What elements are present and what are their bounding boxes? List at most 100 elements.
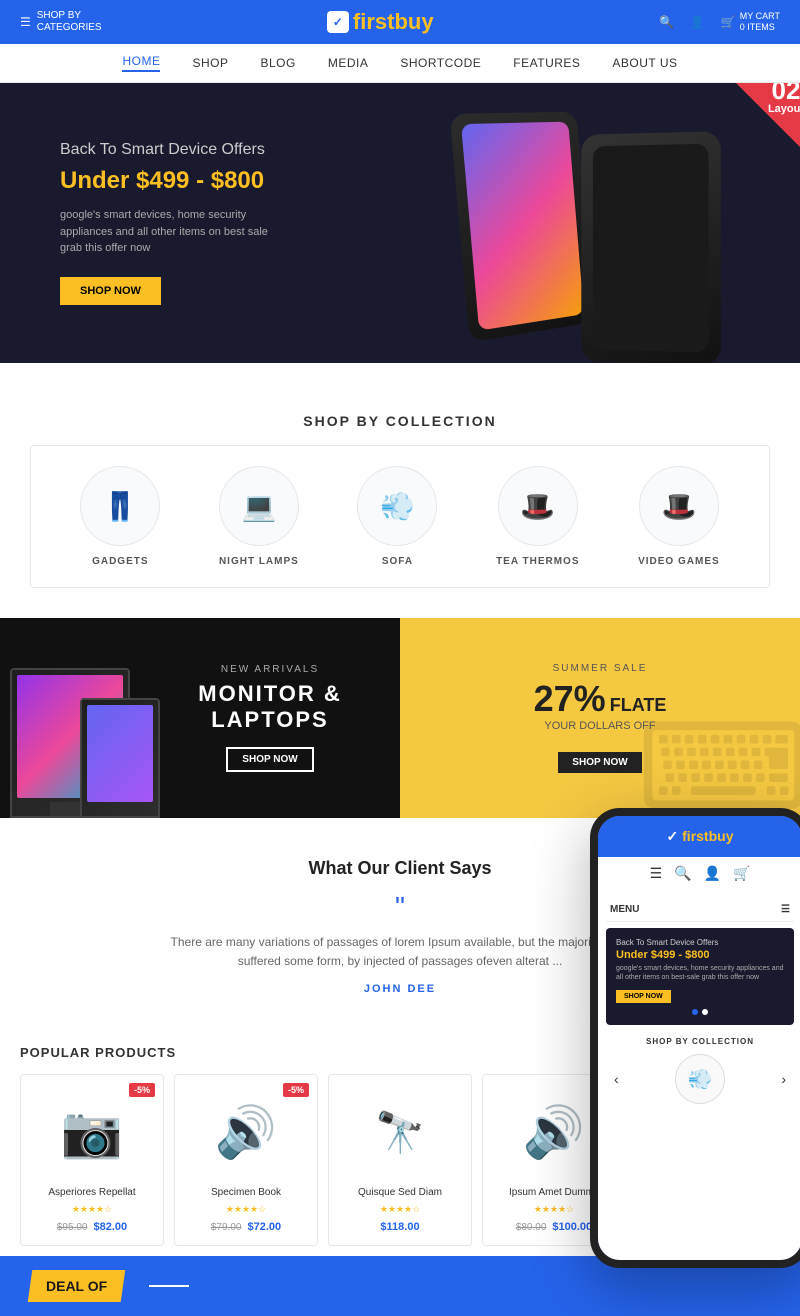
- flat-label: FLATE: [610, 695, 667, 716]
- logo-icon: [327, 11, 349, 33]
- collection-box: 👖 GADGETS 💻 NIGHT LAMPS 💨 SOFA 🎩 TEA THE…: [30, 445, 770, 588]
- product-card-3[interactable]: 🔭 Quisque Sed Diam ★★★★☆ $118.00: [328, 1074, 472, 1246]
- deal-badge: DEAL OF: [28, 1270, 126, 1302]
- mockup-cart-icon[interactable]: 🛒: [733, 865, 750, 882]
- hero-banner: Back To Smart Device Offers Under $499 -…: [0, 83, 800, 363]
- mockup-search-icon[interactable]: 🔍: [674, 865, 691, 882]
- cart-icon[interactable]: 🛒 MY CART 0 ITEMS: [721, 11, 780, 33]
- tea-thermos-label: TEA THERMOS: [496, 556, 579, 567]
- promo-yellow-banner: SUMMER SALE 27% FLATE YOUR DOLLARS OFF S…: [400, 618, 800, 818]
- product-prices-4: $80.00 $100.00: [516, 1221, 592, 1233]
- mockup-collection-item[interactable]: 💨: [675, 1054, 725, 1104]
- promo-sub: YOUR DOLLARS OFF: [534, 720, 667, 732]
- hero-content: Back To Smart Device Offers Under $499 -…: [0, 101, 340, 345]
- nav-shop[interactable]: SHOP: [192, 56, 228, 70]
- phone-mockup: ✓ firstbuy ☰ 🔍 👤 🛒 MENU ☰: [590, 808, 800, 1268]
- page-wrapper: ☰ SHOP BY CATEGORIES firstbuy 🔍 👤 🛒 MY C…: [0, 0, 800, 1316]
- main-nav: HOME SHOP BLOG MEDIA SHORTCODE FEATURES …: [0, 44, 800, 83]
- product-name-2: Specimen Book: [211, 1187, 281, 1198]
- price-new-2: $72.00: [247, 1221, 281, 1233]
- discount-badge-1: -5%: [129, 1083, 155, 1097]
- new-arrivals-label: NEW ARRIVALS: [198, 664, 341, 675]
- mockup-arrows: ‹ 💨 ›: [606, 1050, 794, 1108]
- gadgets-label: GADGETS: [92, 556, 148, 567]
- categories-label: CATEGORIES: [37, 22, 102, 34]
- discount-percentage: 27%: [534, 678, 606, 720]
- collection-sofa[interactable]: 💨 SOFA: [357, 466, 437, 567]
- nav-blog[interactable]: BLOG: [260, 56, 295, 70]
- cart-label: MY CART: [740, 11, 780, 22]
- shop-by-categories[interactable]: ☰ SHOP BY CATEGORIES: [20, 10, 102, 34]
- badge-text: Layout: [768, 103, 800, 115]
- price-old-2: $79.00: [211, 1222, 242, 1233]
- product-img-2: 🔊: [206, 1087, 286, 1177]
- logo[interactable]: firstbuy: [327, 9, 434, 35]
- hero-cta-button[interactable]: SHOP NOW: [60, 277, 161, 305]
- sofa-label: SOFA: [382, 556, 413, 567]
- price-old-1: $95.00: [57, 1222, 88, 1233]
- nav-shortcode[interactable]: SHORTCODE: [400, 56, 481, 70]
- mockup-menu-icon[interactable]: ☰: [650, 865, 663, 882]
- divider: [149, 1285, 189, 1287]
- hero-description: google's smart devices, home security ap…: [60, 207, 280, 257]
- mockup-header: ✓ firstbuy: [598, 816, 800, 857]
- mockup-user-icon[interactable]: 👤: [704, 865, 721, 882]
- collection-video-games[interactable]: 🎩 VIDEO GAMES: [638, 466, 720, 567]
- mockup-body: MENU ☰ Back To Smart Device Offers Under…: [598, 890, 800, 1260]
- product-card-2[interactable]: -5% 🔊 Specimen Book ★★★★☆ $79.00 $72.00: [174, 1074, 318, 1246]
- video-games-icon: 🎩: [639, 466, 719, 546]
- mockup-logo: ✓ firstbuy: [667, 828, 734, 845]
- promo-dark-cta[interactable]: SHOP NOW: [226, 747, 313, 772]
- corner-badge: 02 Layout: [690, 83, 800, 193]
- mockup-hero-section: Back To Smart Device Offers Under $499 -…: [606, 928, 794, 1025]
- logo-text: firstbuy: [353, 9, 434, 35]
- next-arrow[interactable]: ›: [781, 1071, 786, 1087]
- mockup-hero-btn[interactable]: SHOP NOW: [616, 990, 671, 1003]
- dot-2: [702, 1009, 708, 1015]
- product-prices-3: $118.00: [380, 1221, 419, 1233]
- hero-subtitle: Back To Smart Device Offers: [60, 141, 280, 159]
- dot-1: [692, 1009, 698, 1015]
- product-prices-1: $95.00 $82.00: [57, 1221, 127, 1233]
- product-stars-4: ★★★★☆: [534, 1204, 574, 1215]
- nav-media[interactable]: MEDIA: [328, 56, 369, 70]
- product-stars-1: ★★★★☆: [72, 1204, 112, 1215]
- product-img-4: 🔊: [514, 1087, 594, 1177]
- price-new-4: $100.00: [552, 1221, 592, 1233]
- mockup-icons-row: ☰ 🔍 👤 🛒: [598, 857, 800, 890]
- collection-title: SHOP BY COLLECTION: [30, 413, 770, 429]
- product-card-1[interactable]: -5% 📷 Asperiores Repellat ★★★★☆ $95.00 $…: [20, 1074, 164, 1246]
- video-games-label: VIDEO GAMES: [638, 556, 720, 567]
- collection-gadgets[interactable]: 👖 GADGETS: [80, 466, 160, 567]
- product-stars-3: ★★★★☆: [380, 1204, 420, 1215]
- monitor-laptops-title: MONITOR &LAPTOPS: [198, 681, 341, 734]
- testimonial-text: There are many variations of passages of…: [150, 933, 650, 971]
- sofa-icon: 💨: [357, 466, 437, 546]
- collection-tea-thermos[interactable]: 🎩 TEA THERMOS: [496, 466, 579, 567]
- prev-arrow[interactable]: ‹: [614, 1071, 619, 1087]
- night-lamps-icon: 💻: [219, 466, 299, 546]
- product-prices-2: $79.00 $72.00: [211, 1221, 281, 1233]
- product-stars-2: ★★★★☆: [226, 1204, 266, 1215]
- search-icon[interactable]: 🔍: [659, 15, 674, 29]
- user-icon[interactable]: 👤: [690, 15, 705, 29]
- promo-section: NEW ARRIVALS MONITOR &LAPTOPS SHOP NOW S…: [0, 618, 800, 818]
- gadgets-icon: 👖: [80, 466, 160, 546]
- header: ☰ SHOP BY CATEGORIES firstbuy 🔍 👤 🛒 MY C…: [0, 0, 800, 44]
- nav-about[interactable]: ABOUT US: [612, 56, 677, 70]
- discount-badge-2: -5%: [283, 1083, 309, 1097]
- promo-dark-banner: NEW ARRIVALS MONITOR &LAPTOPS SHOP NOW: [0, 618, 400, 818]
- collection-night-lamps[interactable]: 💻 NIGHT LAMPS: [219, 466, 299, 567]
- hero-price: Under $499 - $800: [60, 167, 280, 195]
- product-img-3: 🔭: [360, 1087, 440, 1177]
- menu-icon: ☰: [20, 15, 31, 29]
- summer-sale-label: SUMMER SALE: [534, 663, 667, 674]
- product-name-4: Ipsum Amet Dummy: [509, 1187, 599, 1198]
- night-lamps-label: NIGHT LAMPS: [219, 556, 299, 567]
- cart-items: 0 ITEMS: [740, 22, 780, 33]
- nav-home[interactable]: HOME: [122, 54, 160, 72]
- promo-yellow-cta[interactable]: SHOP NOW: [558, 752, 641, 773]
- product-name-1: Asperiores Repellat: [48, 1187, 135, 1198]
- nav-features[interactable]: FEATURES: [513, 56, 580, 70]
- badge-number: 02: [768, 83, 800, 103]
